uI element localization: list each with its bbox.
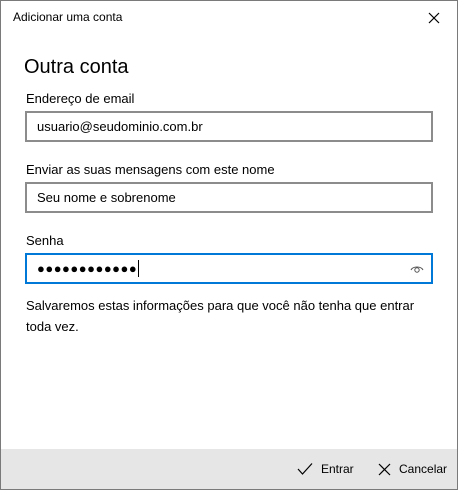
enter-button[interactable]: Entrar bbox=[297, 459, 354, 479]
info-text: Salvaremos estas informações para que vo… bbox=[26, 298, 415, 334]
eye-icon[interactable] bbox=[409, 261, 425, 277]
email-field[interactable] bbox=[27, 113, 417, 140]
display-name-label: Enviar as suas mensagens com este nome bbox=[26, 162, 275, 177]
close-button[interactable] bbox=[421, 5, 447, 31]
email-field-box bbox=[25, 111, 433, 142]
add-account-dialog: Adicionar uma conta Outra conta Endereço… bbox=[0, 0, 458, 490]
close-icon bbox=[428, 12, 440, 24]
page-title: Outra conta bbox=[24, 56, 129, 78]
password-masked-value: ●●●●●●●●●●●● bbox=[37, 259, 140, 277]
password-field[interactable]: ●●●●●●●●●●●● bbox=[25, 253, 433, 284]
cancel-button-label: Cancelar bbox=[399, 462, 448, 476]
window-title: Adicionar uma conta bbox=[13, 10, 123, 24]
footer-bar: Entrar Cancelar bbox=[1, 449, 457, 489]
display-name-field-box bbox=[25, 182, 433, 213]
password-label: Senha bbox=[26, 233, 64, 248]
display-name-field[interactable] bbox=[27, 184, 417, 211]
close-icon bbox=[378, 463, 391, 475]
text-caret bbox=[138, 259, 140, 277]
cancel-button[interactable]: Cancelar bbox=[378, 459, 447, 479]
checkmark-icon bbox=[297, 463, 313, 475]
title-bar: Adicionar uma conta bbox=[1, 1, 457, 34]
enter-button-label: Entrar bbox=[321, 462, 354, 476]
email-label: Endereço de email bbox=[26, 91, 135, 106]
